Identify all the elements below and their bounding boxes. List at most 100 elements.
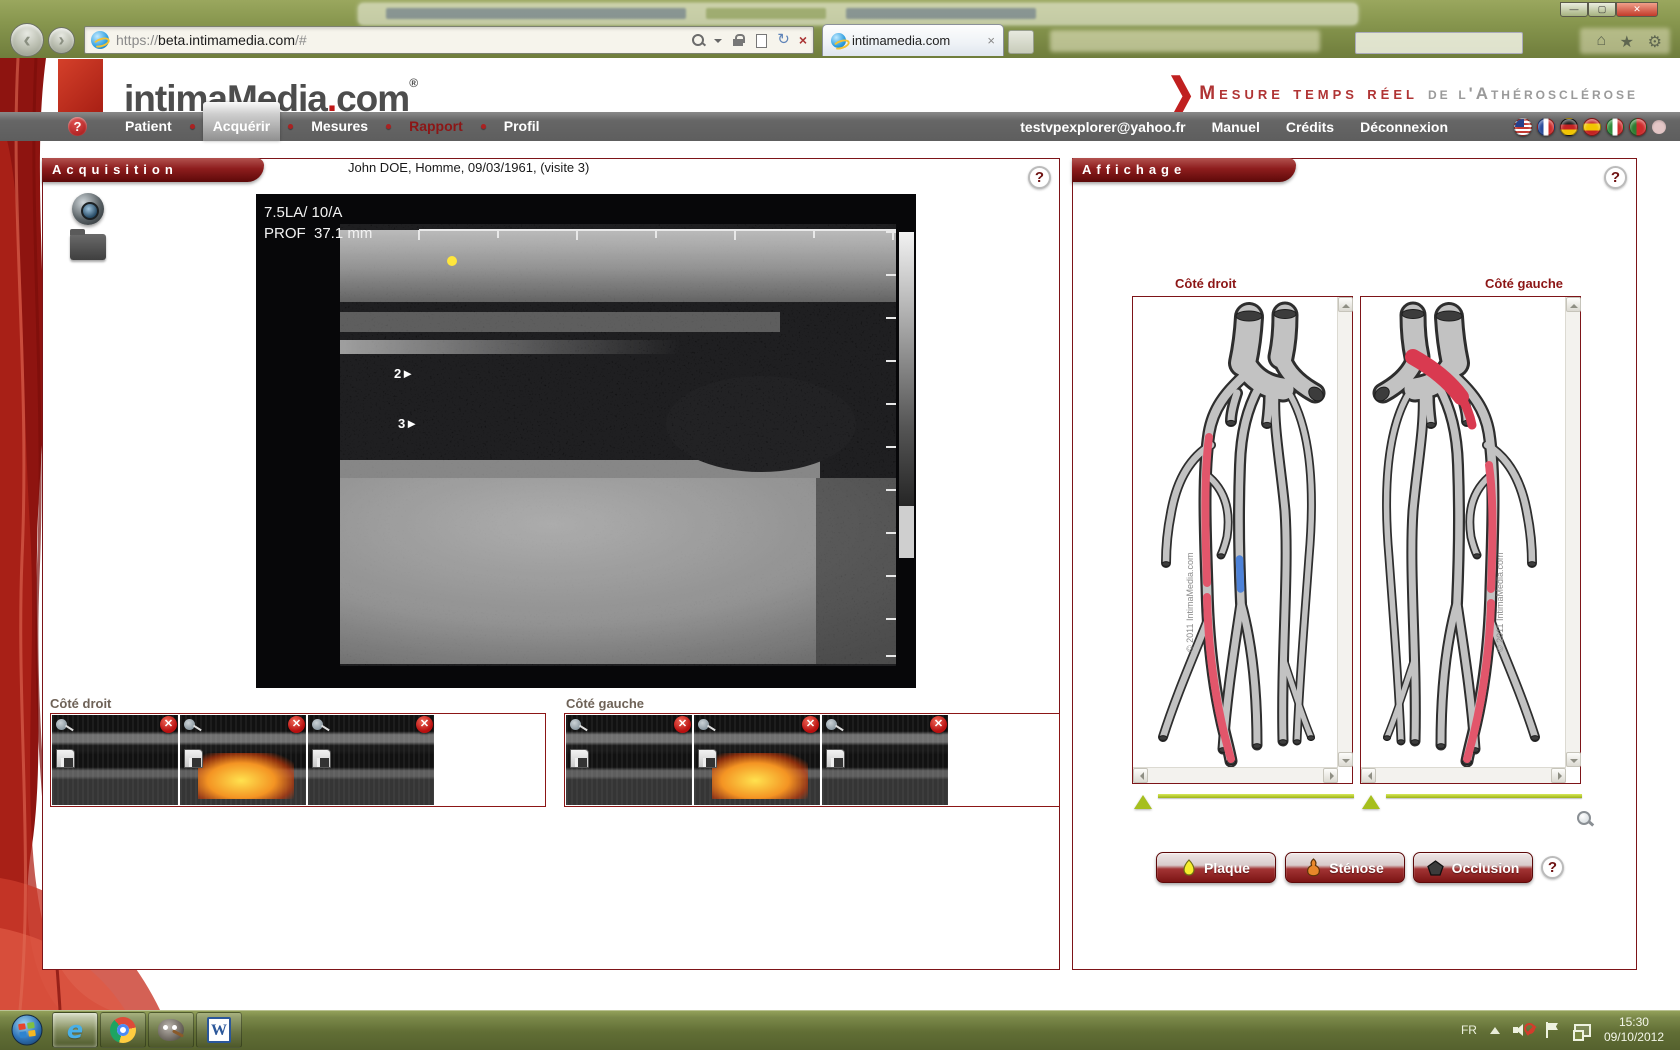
delete-thumbnail-icon[interactable]: ✕ bbox=[416, 716, 433, 733]
taskbar-gimp[interactable] bbox=[148, 1012, 194, 1048]
taskbar-ie[interactable]: e bbox=[52, 1012, 98, 1048]
zoom-slider-handle[interactable] bbox=[1362, 786, 1380, 809]
save-icon[interactable] bbox=[826, 749, 845, 768]
close-button[interactable]: ✕ bbox=[1616, 2, 1658, 17]
horizontal-scrollbar[interactable] bbox=[1133, 767, 1338, 783]
delete-thumbnail-icon[interactable]: ✕ bbox=[288, 716, 305, 733]
diagram-left-label: Côté gauche bbox=[1485, 276, 1563, 291]
zoom-slider-handle[interactable] bbox=[1134, 786, 1152, 809]
clock[interactable]: 15:30 09/10/2012 bbox=[1604, 1015, 1670, 1045]
tagline-gray: de l'Athérosclérose bbox=[1428, 84, 1638, 104]
camera-icon[interactable] bbox=[72, 193, 104, 225]
maximize-button[interactable]: ▢ bbox=[1588, 2, 1616, 17]
chevron-down-icon[interactable] bbox=[714, 39, 722, 47]
nav-item-rapport[interactable]: Rapport bbox=[399, 112, 473, 141]
thumbnail[interactable]: ✕ bbox=[52, 715, 178, 805]
flag-italy-icon[interactable] bbox=[1606, 118, 1624, 136]
plaque-button[interactable]: Plaque bbox=[1156, 852, 1276, 883]
delete-thumbnail-icon[interactable]: ✕ bbox=[674, 716, 691, 733]
nav-item-profil[interactable]: Profil bbox=[494, 112, 550, 141]
save-icon[interactable] bbox=[56, 749, 75, 768]
plaque-label: Plaque bbox=[1204, 860, 1250, 876]
zoom-slider-track[interactable] bbox=[1386, 794, 1582, 798]
refresh-icon[interactable]: ↻ bbox=[777, 33, 790, 47]
site-tagline: ❯ Mesure temps réel de l'Athérosclérose bbox=[1167, 74, 1638, 114]
flag-france-icon[interactable] bbox=[1537, 118, 1555, 136]
background-search-box bbox=[1355, 32, 1523, 54]
tab-favicon bbox=[831, 33, 846, 48]
back-button[interactable]: ‹ bbox=[10, 23, 44, 57]
folder-icon[interactable] bbox=[70, 234, 106, 260]
thumbnail-doppler[interactable]: ✕ bbox=[180, 715, 306, 805]
taskbar-chrome[interactable] bbox=[100, 1012, 146, 1048]
nav-help-icon[interactable]: ? bbox=[68, 117, 87, 136]
nav-item-deconnexion[interactable]: Déconnexion bbox=[1360, 119, 1448, 135]
delete-thumbnail-icon[interactable]: ✕ bbox=[930, 716, 947, 733]
thumbs-right-box: ✕ ✕ ✕ bbox=[50, 713, 546, 807]
flag-usa-icon[interactable] bbox=[1514, 118, 1532, 136]
taskbar-word[interactable]: W bbox=[196, 1012, 242, 1048]
stenose-button[interactable]: Sténose bbox=[1285, 852, 1405, 883]
forward-button[interactable]: › bbox=[48, 27, 75, 54]
affichage-panel-tab: Affichage bbox=[1072, 158, 1296, 182]
save-icon[interactable] bbox=[184, 749, 203, 768]
blurred-title-text bbox=[846, 8, 1036, 19]
url-text[interactable]: https://beta.intimamedia.com/# bbox=[116, 32, 683, 48]
legend-help-icon[interactable]: ? bbox=[1541, 856, 1564, 879]
affichage-help-icon[interactable]: ? bbox=[1604, 166, 1627, 189]
search-icon[interactable] bbox=[691, 33, 705, 47]
home-icon[interactable]: ⌂ bbox=[1596, 32, 1606, 50]
ultrasound-image[interactable]: 7.5LA/ 10/APROF 37.1 mm 2► 3► bbox=[256, 194, 916, 688]
favorites-star-icon[interactable]: ★ bbox=[1620, 32, 1634, 52]
flag-spain-icon[interactable] bbox=[1583, 118, 1601, 136]
save-icon[interactable] bbox=[312, 749, 331, 768]
occlusion-button[interactable]: Occlusion bbox=[1413, 852, 1533, 883]
thumbnail[interactable]: ✕ bbox=[308, 715, 434, 805]
nav-separator-dot bbox=[190, 124, 195, 129]
stop-icon[interactable]: × bbox=[799, 33, 807, 47]
nav-item-patient[interactable]: Patient bbox=[115, 112, 182, 141]
nav-item-mesures[interactable]: Mesures bbox=[301, 112, 378, 141]
tab-title: intimamedia.com bbox=[852, 33, 950, 48]
browser-tab[interactable]: intimamedia.com × bbox=[822, 24, 1004, 56]
nav-item-acquerir[interactable]: Acquérir bbox=[203, 102, 281, 141]
new-tab-button[interactable] bbox=[1008, 30, 1034, 54]
tools-gear-icon[interactable]: ⚙ bbox=[1648, 32, 1662, 52]
vessel-diagram-left[interactable]: © 2011 IntimaMedia.com bbox=[1360, 296, 1581, 784]
acquisition-help-icon[interactable]: ? bbox=[1028, 166, 1051, 189]
chrome-icon bbox=[110, 1017, 136, 1043]
thumbnail[interactable]: ✕ bbox=[566, 715, 692, 805]
tab-close-icon[interactable]: × bbox=[987, 33, 995, 48]
delete-thumbnail-icon[interactable]: ✕ bbox=[802, 716, 819, 733]
zoom-slider-track[interactable] bbox=[1158, 794, 1354, 798]
action-center-flag-icon[interactable] bbox=[1546, 1022, 1560, 1038]
clock-time: 15:30 bbox=[1619, 1015, 1649, 1029]
browser-chrome: ‹ › https://beta.intimamedia.com/# ↻ × i… bbox=[0, 22, 1680, 58]
vertical-scrollbar[interactable] bbox=[1337, 297, 1352, 767]
magnifier-icon[interactable] bbox=[1576, 810, 1593, 827]
network-icon[interactable] bbox=[1573, 1022, 1591, 1038]
probe-icon bbox=[56, 719, 72, 731]
language-indicator[interactable]: FR bbox=[1461, 1023, 1477, 1037]
minimize-button[interactable]: — bbox=[1560, 2, 1588, 17]
vertical-scrollbar[interactable] bbox=[1565, 297, 1580, 767]
nav-item-credits[interactable]: Crédits bbox=[1286, 119, 1334, 135]
flag-germany-icon[interactable] bbox=[1560, 118, 1578, 136]
thumbnail-doppler[interactable]: ✕ bbox=[694, 715, 820, 805]
thumbnail[interactable]: ✕ bbox=[822, 715, 948, 805]
save-icon[interactable] bbox=[570, 749, 589, 768]
nav-item-manuel[interactable]: Manuel bbox=[1212, 119, 1260, 135]
language-flags bbox=[1514, 118, 1666, 136]
start-button[interactable] bbox=[4, 1012, 50, 1048]
horizontal-scrollbar[interactable] bbox=[1361, 767, 1566, 783]
vessel-diagram-right[interactable]: © 2011 IntimaMedia.com bbox=[1132, 296, 1353, 784]
address-bar-icons: ↻ × bbox=[691, 33, 807, 47]
user-email[interactable]: testvpexplorer@yahoo.fr bbox=[1020, 119, 1185, 135]
save-icon[interactable] bbox=[698, 749, 717, 768]
delete-thumbnail-icon[interactable]: ✕ bbox=[160, 716, 177, 733]
compatibility-icon[interactable] bbox=[754, 33, 768, 47]
flag-portugal-icon[interactable] bbox=[1629, 118, 1647, 136]
tray-expand-icon[interactable] bbox=[1490, 1022, 1500, 1034]
address-bar[interactable]: https://beta.intimamedia.com/# ↻ × bbox=[84, 26, 814, 54]
volume-muted-icon[interactable] bbox=[1513, 1022, 1533, 1038]
